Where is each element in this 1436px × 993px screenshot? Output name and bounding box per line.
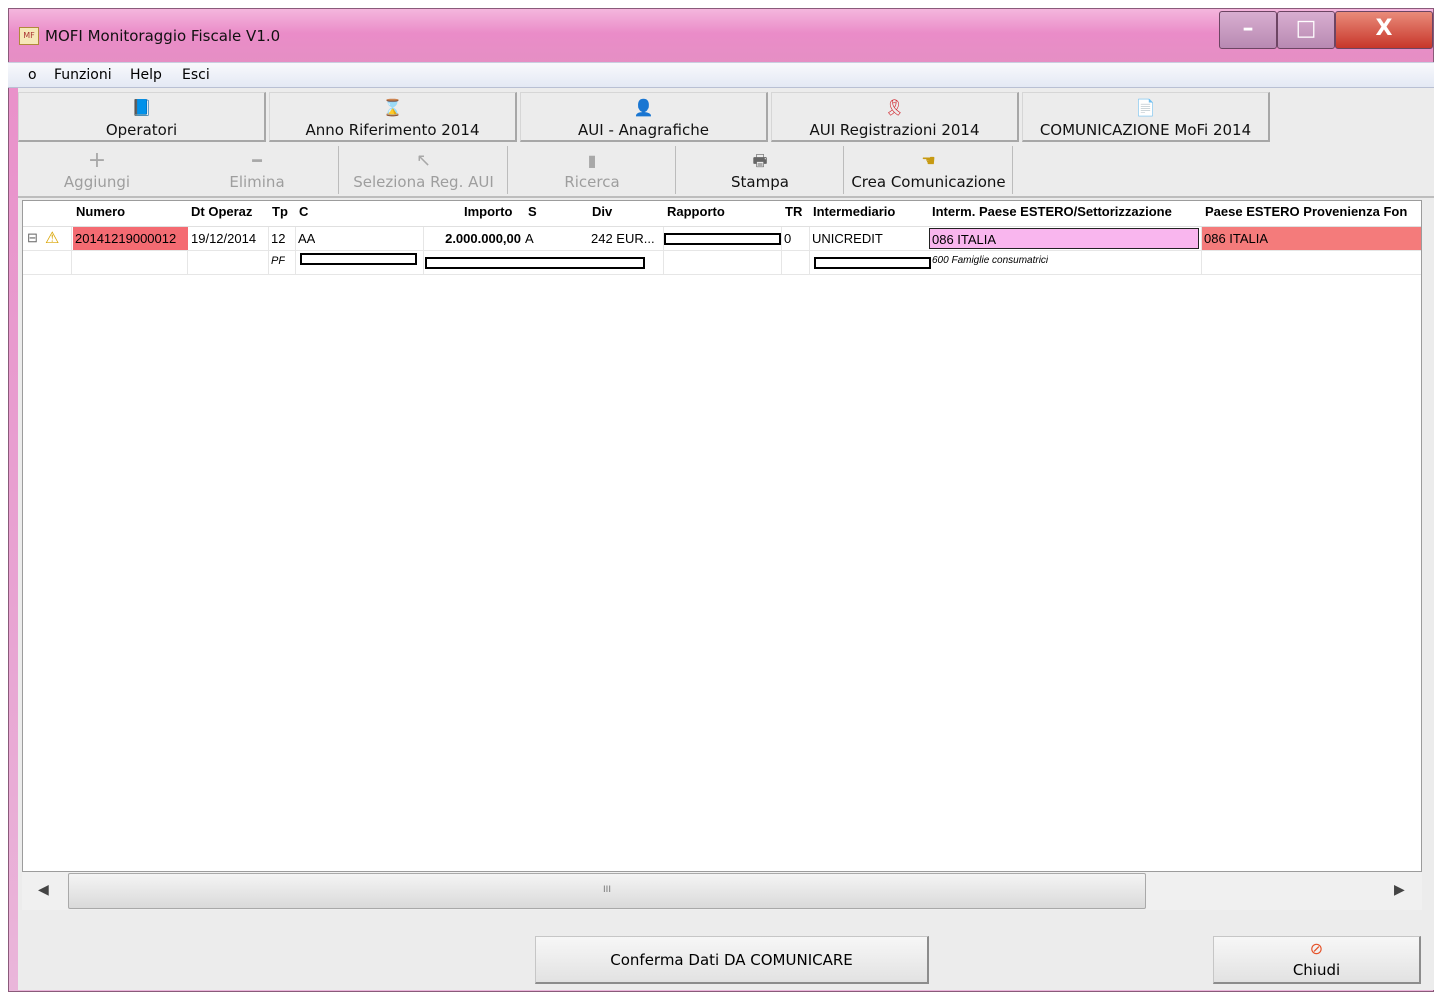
- minus-icon: ━: [252, 151, 262, 170]
- menu-item-funzioni[interactable]: Funzioni: [54, 67, 112, 83]
- elimina-button[interactable]: ━ Elimina: [176, 146, 339, 194]
- nominativo-redacted: [300, 253, 417, 265]
- maximize-icon: □: [1295, 16, 1317, 41]
- scrollbar-grip-icon: III: [603, 885, 611, 895]
- aui-registrazioni-button[interactable]: 🎗 AUI Registrazioni 2014: [771, 92, 1019, 142]
- aggiungi-label: Aggiungi: [63, 173, 131, 191]
- elimina-label: Elimina: [229, 173, 285, 191]
- aui-registrazioni-label: AUI Registrazioni 2014: [809, 121, 980, 139]
- column-header-intermediario[interactable]: Intermediario: [813, 204, 895, 219]
- importo-cell[interactable]: 2.000.000,00: [429, 231, 521, 246]
- crea-comunicazione-button[interactable]: ☚ Crea Comunicazione: [845, 146, 1013, 194]
- column-header-c[interactable]: C: [299, 204, 308, 219]
- tr-cell[interactable]: 0: [784, 231, 791, 246]
- dt-operaz-cell[interactable]: 19/12/2014: [191, 231, 256, 246]
- column-header-div[interactable]: Div: [592, 204, 612, 219]
- column-header-tp[interactable]: Tp: [272, 204, 288, 219]
- comunicazione-mofi-label: COMUNICAZIONE MoFi 2014: [1039, 121, 1252, 139]
- horizontal-scrollbar[interactable]: ◀ III ▶: [22, 872, 1422, 910]
- window-title: MOFI Monitoraggio Fiscale V1.0: [45, 27, 281, 45]
- hourglass-icon: ⌛: [382, 98, 403, 117]
- page-icon: ▮: [587, 151, 597, 170]
- aggiungi-button[interactable]: + Aggiungi: [18, 146, 176, 194]
- operatori-button[interactable]: 📘 Operatori: [18, 92, 266, 142]
- seleziona-reg-aui-button[interactable]: ↖ Seleziona Reg. AUI: [340, 146, 508, 194]
- menu-item-o[interactable]: o: [28, 67, 37, 83]
- stampa-label: Stampa: [731, 173, 789, 191]
- table-row-detail[interactable]: PF 600 Famiglie consumatrici: [23, 251, 1421, 274]
- column-header-s[interactable]: S: [528, 204, 537, 219]
- collapse-toggle-icon[interactable]: ⊟: [27, 230, 38, 246]
- app-logo-icon: MF: [19, 27, 39, 45]
- interm-paese-cell[interactable]: 086 ITALIA: [929, 228, 1199, 249]
- minimize-icon: –: [1242, 16, 1254, 41]
- sub-tp-cell: PF: [271, 255, 286, 267]
- table-row[interactable]: ⊟ ⚠ 20141219000012 19/12/2014 12 AA 2.00…: [23, 227, 1421, 250]
- column-header-tr[interactable]: TR: [785, 204, 802, 219]
- tp-cell[interactable]: 12: [271, 231, 285, 246]
- crea-comunicazione-label: Crea Comunicazione: [851, 173, 1006, 191]
- menu-item-help[interactable]: Help: [130, 67, 162, 83]
- c-cell[interactable]: AA: [298, 231, 315, 246]
- close-circle-icon: ⊘: [1309, 939, 1324, 958]
- title-bar[interactable]: MF MOFI Monitoraggio Fiscale V1.0 – □ X: [9, 9, 1433, 63]
- pointing-hand-icon: ☚: [921, 151, 936, 170]
- intermediario-cell[interactable]: UNICREDIT: [812, 231, 883, 246]
- indirizzo-redacted: [425, 257, 645, 269]
- rapporto-redacted: [664, 233, 781, 245]
- numero-cell[interactable]: 20141219000012: [73, 227, 188, 250]
- column-header-interm-paese-estero[interactable]: Interm. Paese ESTERO/Settorizzazione: [932, 204, 1172, 219]
- aui-anagrafiche-label: AUI - Anagrafiche: [578, 121, 709, 139]
- plus-icon: +: [87, 148, 107, 173]
- printer-icon: 🖶: [752, 151, 768, 170]
- document-copy-icon: 📄: [1135, 98, 1156, 117]
- chiudi-button[interactable]: ⊘ Chiudi: [1213, 936, 1421, 984]
- chiudi-label: Chiudi: [1292, 961, 1341, 979]
- ricerca-button[interactable]: ▮ Ricerca: [509, 146, 676, 194]
- operatori-label: Operatori: [105, 121, 178, 139]
- anno-riferimento-label: Anno Riferimento 2014: [305, 121, 480, 139]
- conferma-dati-label: Conferma Dati DA COMUNICARE: [610, 951, 853, 969]
- paese-provenienza-cell[interactable]: 086 ITALIA: [1202, 227, 1421, 250]
- registrations-grid[interactable]: Numero Dt Operaz Tp C Importo S Div Rapp…: [22, 200, 1422, 872]
- s-cell[interactable]: A: [525, 231, 534, 246]
- minimize-button[interactable]: –: [1219, 11, 1277, 49]
- user-icon: 👤: [633, 98, 654, 117]
- comunicazione-mofi-button[interactable]: 📄 COMUNICAZIONE MoFi 2014: [1022, 92, 1270, 142]
- seleziona-reg-aui-label: Seleziona Reg. AUI: [353, 173, 494, 191]
- menu-item-esci[interactable]: Esci: [182, 67, 210, 83]
- settorizzazione-cell: 600 Famiglie consumatrici: [932, 255, 1049, 266]
- grid-header: Numero Dt Operaz Tp C Importo S Div Rapp…: [23, 201, 1421, 227]
- book-icon: 📘: [131, 98, 152, 117]
- stampa-button[interactable]: 🖶 Stampa: [677, 146, 844, 194]
- ribbon-icon: 🎗: [884, 98, 905, 117]
- close-window-button[interactable]: X: [1335, 11, 1433, 49]
- conferma-dati-button[interactable]: Conferma Dati DA COMUNICARE: [535, 936, 929, 984]
- anno-riferimento-button[interactable]: ⌛ Anno Riferimento 2014: [269, 92, 517, 142]
- column-header-rapporto[interactable]: Rapporto: [667, 204, 725, 219]
- row-divider: [23, 274, 1421, 275]
- column-header-numero[interactable]: Numero: [76, 204, 125, 219]
- ricerca-label: Ricerca: [564, 173, 620, 191]
- scrollbar-thumb[interactable]: III: [68, 873, 1146, 909]
- div-cell[interactable]: 242 EUR...: [591, 231, 661, 246]
- codice-redacted: [814, 257, 931, 269]
- column-header-dt-operaz[interactable]: Dt Operaz: [191, 204, 252, 219]
- scroll-right-arrow-icon[interactable]: ▶: [1394, 882, 1405, 898]
- column-header-paese-estero-provenienza[interactable]: Paese ESTERO Provenienza Fon: [1205, 204, 1407, 219]
- maximize-button[interactable]: □: [1277, 11, 1335, 49]
- warning-icon: ⚠: [45, 230, 60, 247]
- close-icon: X: [1375, 16, 1393, 41]
- column-header-importo[interactable]: Importo: [464, 204, 512, 219]
- cursor-icon: ↖: [415, 150, 432, 171]
- menu-bar: o Funzioni Help Esci: [8, 62, 1434, 88]
- aui-anagrafiche-button[interactable]: 👤 AUI - Anagrafiche: [520, 92, 768, 142]
- scroll-left-arrow-icon[interactable]: ◀: [38, 882, 49, 898]
- toolbar-divider: [18, 196, 1434, 198]
